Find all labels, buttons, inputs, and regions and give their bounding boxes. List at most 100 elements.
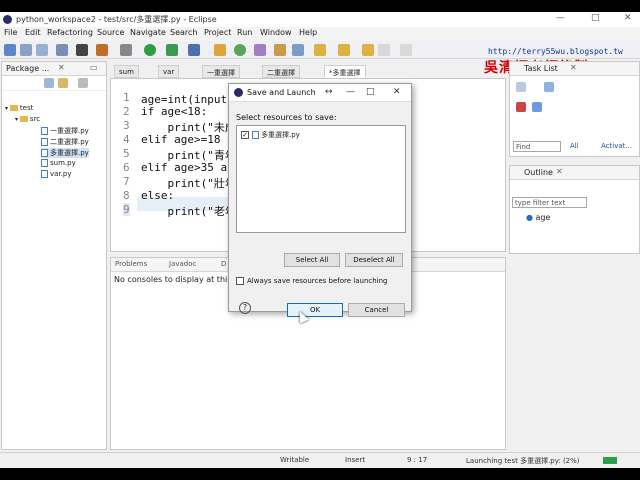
save-icon[interactable] [20, 44, 32, 56]
forward-icon[interactable] [400, 44, 412, 56]
maximize-button[interactable]: □ [591, 13, 600, 23]
resource-checkbox[interactable]: ✓ [241, 131, 249, 139]
always-save-checkbox[interactable] [236, 277, 244, 285]
line-number: 1 [123, 91, 130, 104]
editor-tab-sum[interactable]: sum [114, 65, 139, 78]
code-line: if age<18: [141, 105, 208, 118]
editor-tab-active[interactable]: *多重選擇 [324, 65, 366, 78]
dialog-maximize-button[interactable]: □ [366, 87, 375, 97]
python-file-icon [41, 149, 48, 157]
print-icon[interactable] [56, 44, 68, 56]
tree-folder-src[interactable]: ▾ src [15, 115, 40, 123]
coverage-icon[interactable] [166, 44, 178, 56]
open-type-icon[interactable] [214, 44, 226, 56]
dialog-move-icon[interactable]: ↔ [325, 87, 333, 97]
task-find-input[interactable]: Find [513, 141, 561, 152]
package-explorer-title[interactable]: Package ... [6, 64, 49, 73]
prev-annotation-icon[interactable] [338, 44, 350, 56]
close-view-icon[interactable]: ✕ [570, 63, 577, 72]
dialog-close-button[interactable]: ✕ [393, 87, 401, 97]
menu-project[interactable]: Project [204, 28, 231, 37]
tree-file[interactable]: var.py [41, 170, 71, 178]
minimize-button[interactable]: — [556, 13, 565, 23]
task-list-title[interactable]: Task List [524, 64, 558, 73]
close-view-icon[interactable]: ✕ [556, 167, 563, 176]
outline-title[interactable]: Outline [524, 168, 553, 177]
hide-completed-icon[interactable] [516, 102, 526, 112]
pin-editor-icon[interactable] [274, 44, 286, 56]
python-file-icon [41, 170, 48, 178]
tab-declaration[interactable]: D [221, 260, 226, 268]
new-icon[interactable] [4, 44, 16, 56]
dialog-minimize-button[interactable]: — [346, 87, 355, 97]
new-class-icon[interactable] [234, 44, 246, 56]
select-all-button[interactable]: Select All [284, 253, 340, 267]
source-folder-icon [19, 116, 28, 122]
cancel-button[interactable]: Cancel [348, 303, 405, 317]
search-icon[interactable] [188, 44, 200, 56]
tree-file-selected[interactable]: 多重選擇.py [41, 148, 89, 158]
help-icon[interactable]: ? [239, 302, 251, 314]
task-activate-link[interactable]: Activat... [601, 142, 632, 150]
collapse-all-icon[interactable] [44, 78, 54, 88]
menu-refactoring[interactable]: Refactoring [47, 28, 93, 37]
menu-file[interactable]: File [4, 28, 17, 37]
project-icon [9, 105, 18, 111]
editor-tab-1[interactable]: 一重選擇 [202, 65, 240, 78]
outline-item[interactable]: ● age [526, 213, 550, 222]
minimize-view-icon[interactable]: ▭ [90, 63, 98, 72]
menu-search[interactable]: Search [170, 28, 197, 37]
menu-window[interactable]: Window [260, 28, 292, 37]
python-file-icon [41, 127, 48, 135]
tree-project-test[interactable]: ▾ test [5, 104, 33, 112]
editor-tab-2[interactable]: 二重選擇 [262, 65, 300, 78]
next-annotation-icon[interactable] [314, 44, 326, 56]
line-number: 4 [123, 133, 130, 146]
save-all-icon[interactable] [36, 44, 48, 56]
menu-edit[interactable]: Edit [25, 28, 41, 37]
tree-file[interactable]: 一重選擇.py [41, 126, 89, 136]
always-save-option[interactable]: Always save resources before launching [236, 277, 388, 285]
close-button[interactable]: ✕ [624, 13, 632, 23]
new-task-icon[interactable] [516, 82, 526, 92]
task-list-header: Task List ✕ [510, 62, 639, 76]
save-and-launch-dialog: Save and Launch ↔ — □ ✕ Select resources… [228, 83, 412, 317]
tab-javadoc[interactable]: Javadoc [169, 260, 196, 268]
task-all-link[interactable]: All [570, 142, 579, 150]
menu-navigate[interactable]: Navigate [130, 28, 166, 37]
eclipse-logo-icon [234, 88, 243, 97]
tab-problems[interactable]: Problems [115, 260, 147, 268]
line-number-current: 9 [123, 203, 130, 216]
resource-item[interactable]: ✓ 多重選擇.py [241, 130, 300, 140]
menu-run[interactable]: Run [237, 28, 252, 37]
status-cursor-position: 9 : 17 [407, 456, 428, 464]
deselect-all-button[interactable]: Deselect All [345, 253, 403, 267]
title-bar: python_workspace2 - test/src/多重選擇.py - E… [0, 12, 640, 27]
tree-file[interactable]: 二重選擇.py [41, 137, 89, 147]
tools-icon[interactable] [96, 44, 108, 56]
categorize-icon[interactable] [544, 82, 554, 92]
line-number: 3 [123, 119, 130, 132]
dialog-title-bar: Save and Launch ↔ — □ ✕ [229, 84, 411, 102]
open-task-icon[interactable] [254, 44, 266, 56]
view-menu-icon[interactable] [78, 78, 88, 88]
status-writable: Writable [280, 456, 310, 464]
menu-source[interactable]: Source [97, 28, 124, 37]
editor-tab-var[interactable]: var [158, 65, 180, 78]
debug-icon[interactable] [76, 44, 88, 56]
back-icon[interactable] [378, 44, 390, 56]
package-explorer-toolbar [2, 77, 106, 91]
menu-help[interactable]: Help [299, 28, 317, 37]
outline-filter-input[interactable]: type filter text [512, 197, 587, 208]
skip-breakpoints-icon[interactable] [120, 44, 132, 56]
close-view-icon[interactable]: ✕ [58, 63, 65, 72]
toggle-mark-icon[interactable] [292, 44, 304, 56]
outline-panel: Outline ✕ type filter text ● age [509, 165, 640, 254]
run-icon[interactable] [144, 44, 156, 56]
link-editor-icon[interactable] [58, 78, 68, 88]
tree-file[interactable]: sum.py [41, 159, 76, 167]
last-edit-icon[interactable] [362, 44, 374, 56]
python-file-icon [41, 159, 48, 167]
outline-header: Outline ✕ [510, 166, 639, 180]
filter-icon[interactable] [532, 102, 542, 112]
